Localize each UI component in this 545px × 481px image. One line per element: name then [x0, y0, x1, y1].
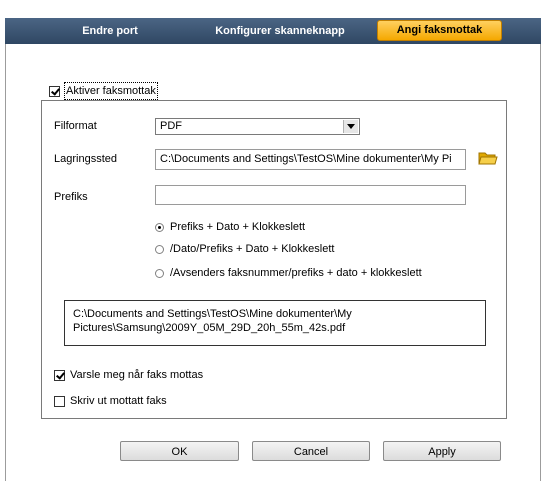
file-format-label: Filformat [54, 120, 97, 132]
path-preview-line-1: C:\Documents and Settings\TestOS\Mine do… [73, 308, 352, 320]
prefix-option-1[interactable]: Prefiks + Dato + Klokkeslett [155, 221, 305, 233]
notify-on-receive-check[interactable] [54, 369, 65, 381]
tab-bar: Endre port Konfigurer skanneknapp Angi f… [5, 18, 541, 44]
radio-button[interactable] [155, 222, 164, 232]
tab-endre-port[interactable]: Endre port [77, 21, 143, 41]
print-received-checkbox[interactable]: Skriv ut mottatt faks [54, 395, 167, 407]
path-preview-line-2: Pictures\Samsung\2009Y_05M_29D_20h_55m_4… [73, 322, 346, 334]
storage-location-field[interactable]: C:\Documents and Settings\TestOS\Mine do… [155, 149, 466, 170]
enable-fax-receive-label: Aktiver faksmottak [64, 82, 158, 100]
prefix-option-3[interactable]: /Avsenders faksnummer/prefiks + dato + k… [155, 267, 422, 279]
notify-on-receive-checkbox[interactable]: Varsle meg når faks mottas [54, 369, 203, 381]
prefix-label: Prefiks [54, 191, 88, 203]
prefix-option-2-label: /Dato/Prefiks + Dato + Klokkeslett [170, 243, 335, 255]
radio-button[interactable] [155, 268, 164, 278]
tab-angi-faksmottak[interactable]: Angi faksmottak [377, 20, 502, 41]
storage-location-label: Lagringssted [54, 153, 117, 165]
notify-on-receive-label: Varsle meg når faks mottas [70, 369, 204, 381]
radio-button[interactable] [155, 244, 164, 254]
frame-border-right [540, 44, 541, 481]
file-format-value: PDF [160, 120, 182, 132]
folder-icon[interactable] [478, 150, 498, 166]
tab-konfigurer-skanneknapp[interactable]: Konfigurer skanneknapp [210, 21, 350, 41]
fax-settings-window: Endre port Konfigurer skanneknapp Angi f… [0, 0, 545, 481]
prefix-option-2[interactable]: /Dato/Prefiks + Dato + Klokkeslett [155, 243, 334, 255]
file-format-select[interactable]: PDF [155, 118, 360, 135]
prefix-field[interactable] [155, 185, 466, 205]
chevron-down-icon[interactable] [343, 120, 358, 133]
print-received-label: Skriv ut mottatt faks [70, 395, 167, 407]
prefix-option-3-label: /Avsenders faksnummer/prefiks + dato + k… [170, 267, 422, 279]
print-received-check[interactable] [54, 395, 65, 407]
enable-fax-receive-check[interactable] [49, 85, 60, 97]
apply-button[interactable]: Apply [383, 441, 501, 461]
cancel-button[interactable]: Cancel [252, 441, 370, 461]
ok-button[interactable]: OK [120, 441, 239, 461]
enable-fax-receive-checkbox[interactable]: Aktiver faksmottak [49, 82, 160, 100]
prefix-option-1-label: Prefiks + Dato + Klokkeslett [170, 221, 306, 233]
path-preview-box: C:\Documents and Settings\TestOS\Mine do… [64, 300, 486, 346]
frame-border-left [5, 44, 6, 481]
